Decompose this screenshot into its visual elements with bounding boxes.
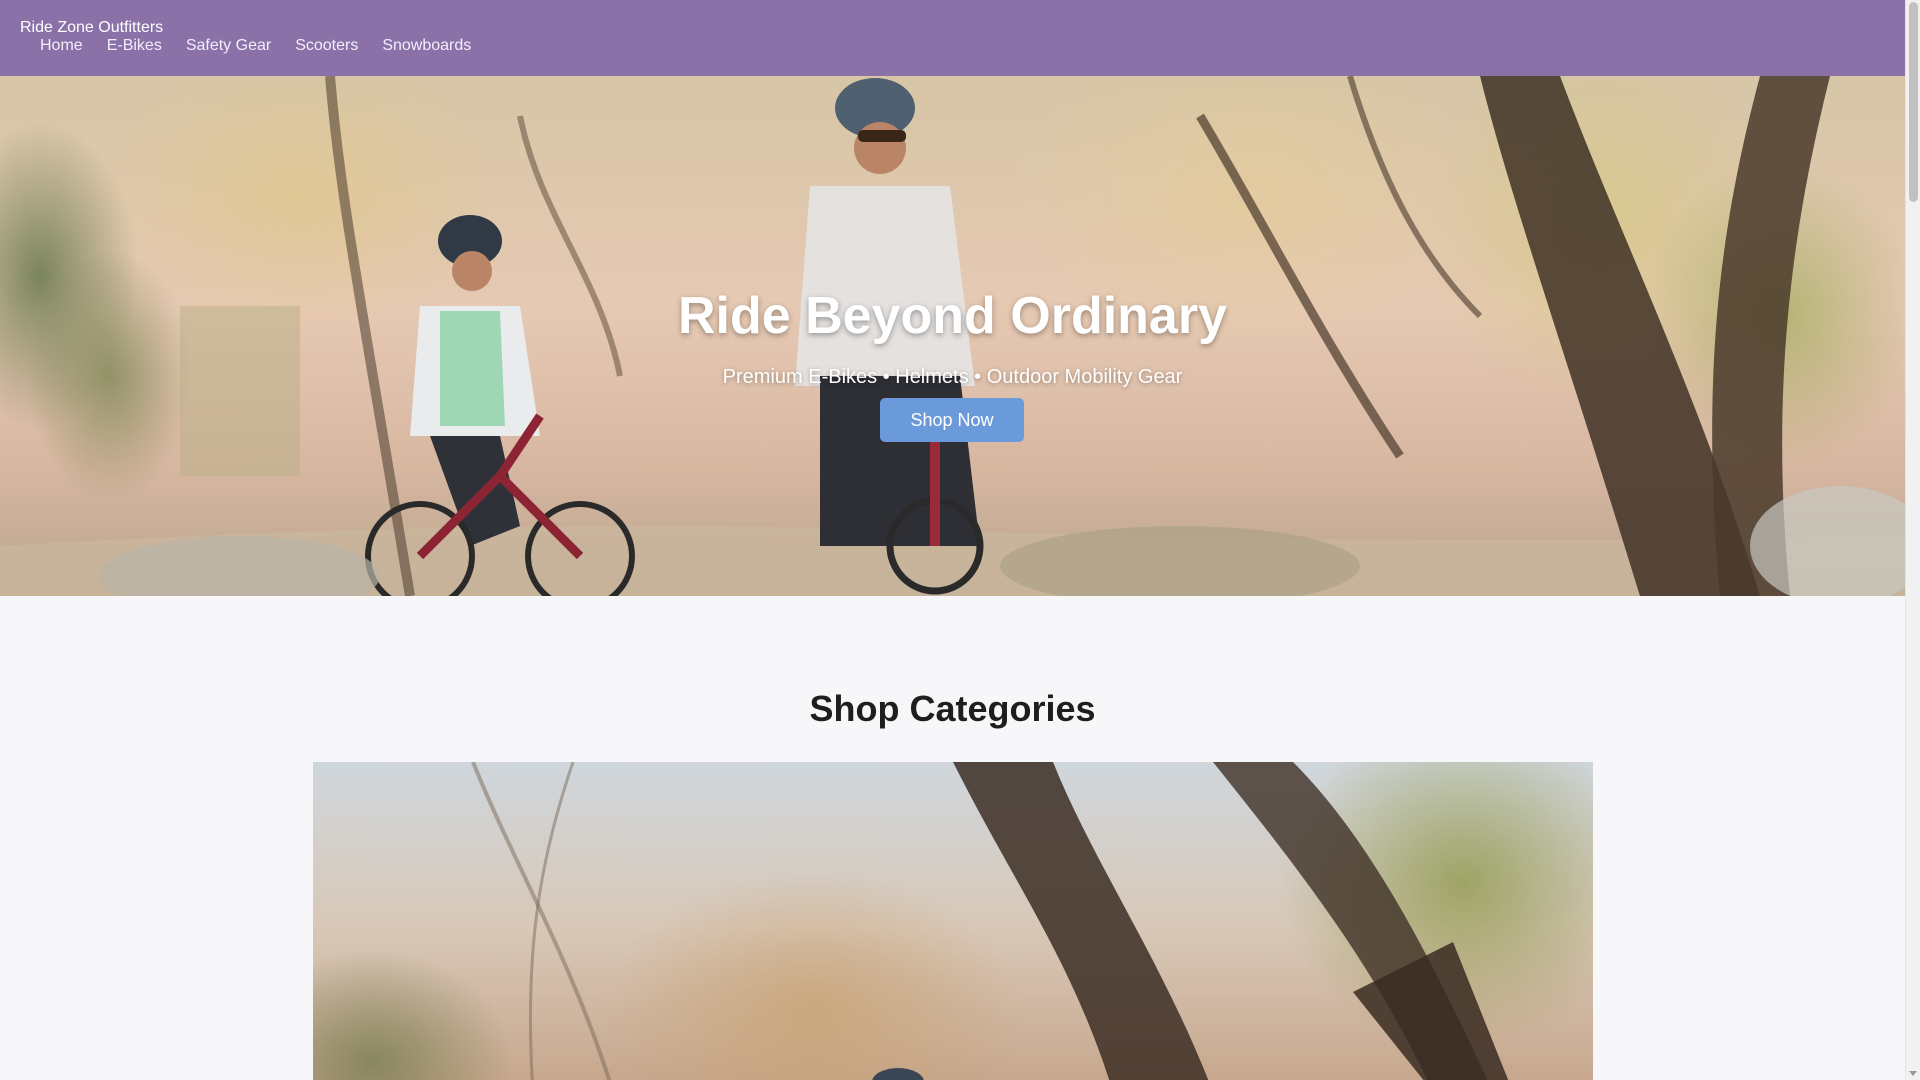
hero-title: Ride Beyond Ordinary	[678, 287, 1227, 345]
shop-now-button[interactable]: Shop Now	[880, 398, 1024, 442]
section-title-categories: Shop Categories	[809, 688, 1096, 729]
site-header: Ride Zone Outfitters Home E-Bikes Safety…	[0, 0, 1905, 76]
chevron-down-icon[interactable]	[1909, 1071, 1917, 1076]
category-card-image[interactable]	[313, 762, 1593, 1080]
hero-subtitle: Premium E-Bikes • Helmets • Outdoor Mobi…	[722, 366, 1183, 388]
scrollbar-thumb[interactable]	[1909, 2, 1918, 202]
main-nav: Home E-Bikes Safety Gear Scooters Snowbo…	[40, 36, 495, 56]
nav-e-bikes[interactable]: E-Bikes	[107, 36, 162, 56]
hero-content: Ride Beyond Ordinary Premium E-Bikes • H…	[0, 76, 1905, 596]
nav-scooters[interactable]: Scooters	[295, 36, 358, 56]
page-scrollbar[interactable]	[1905, 0, 1920, 1080]
nav-snowboards[interactable]: Snowboards	[382, 36, 471, 56]
nav-safety-gear[interactable]: Safety Gear	[186, 36, 271, 56]
brand-logo[interactable]: Ride Zone Outfitters	[20, 19, 163, 37]
category-image	[471, 762, 1509, 1080]
nav-home[interactable]: Home	[40, 36, 83, 56]
page: Ride Zone Outfitters Home E-Bikes Safety…	[0, 0, 1905, 1080]
hero-banner: Ride Beyond Ordinary Premium E-Bikes • H…	[0, 76, 1905, 596]
